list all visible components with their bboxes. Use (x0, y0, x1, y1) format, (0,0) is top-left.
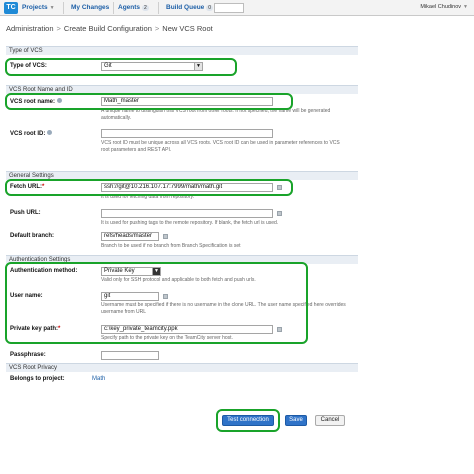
chevron-down-icon: ▼ (194, 63, 202, 70)
passphrase-label: Passphrase: (10, 352, 46, 358)
type-of-vcs-value: Git (104, 63, 112, 69)
vcs-root-id-input[interactable] (101, 129, 273, 138)
passphrase-input[interactable] (101, 351, 159, 360)
cancel-button[interactable]: Cancel (315, 415, 345, 426)
save-button[interactable]: Save (285, 415, 307, 426)
vcs-root-id-label-text: VCS root ID: (10, 131, 46, 137)
info-icon (57, 98, 63, 103)
parameter-picker-icon[interactable] (163, 294, 168, 299)
nav-my-changes[interactable]: My Changes (71, 4, 109, 11)
username-label: User name: (10, 293, 43, 299)
breadcrumb: Administration > Create Build Configuratio… (6, 24, 213, 33)
parameter-picker-icon[interactable] (277, 327, 282, 332)
breadcrumb-separator: > (56, 24, 61, 33)
breadcrumb-separator: > (154, 24, 160, 33)
vcs-root-name-hint: A unique name to distinguish this VCS ro… (101, 108, 330, 121)
fetch-url-label-text: Fetch URL: (10, 184, 42, 190)
vcs-root-name-hint-line1: A unique name to distinguish this VCS ro… (101, 108, 331, 114)
auth-method-select[interactable]: Private Key ▼ (101, 267, 161, 276)
auth-method-label: Authentication method: (10, 268, 78, 274)
nav-agents-label: Agents (118, 4, 141, 11)
nav-divider (158, 2, 159, 14)
vcs-root-id-label: VCS root ID: (10, 130, 53, 137)
required-marker: * (58, 326, 61, 332)
teamcity-logo[interactable]: TC (4, 2, 18, 14)
breadcrumb-create-build-configuration[interactable]: Create Build Configuration (64, 24, 152, 33)
vcs-root-name-hint-line2: automatically. (101, 114, 132, 121)
parameter-picker-icon[interactable] (163, 234, 168, 239)
type-of-vcs-select[interactable]: Git ▼ (101, 62, 203, 71)
push-url-input[interactable] (101, 209, 273, 218)
section-root-name-and-id: VCS Root Name and ID (6, 85, 358, 94)
vcs-root-id-hint: VCS root ID must be unique across all VC… (101, 140, 340, 153)
fetch-url-hint: It is used for fetching data from reposi… (101, 194, 195, 200)
vcs-root-name-input[interactable]: Math_master (101, 97, 273, 106)
vcs-root-name-label: VCS root name: (10, 98, 63, 105)
user-name: Mikael Chudinov (420, 4, 462, 10)
vcs-root-id-hint-line1: VCS root ID must be unique across all VC… (101, 140, 340, 146)
default-branch-label: Default branch: (10, 233, 55, 239)
nav-agents[interactable]: Agents 2 (118, 4, 149, 11)
vcs-root-name-label-text: VCS root name: (10, 99, 56, 105)
user-menu[interactable]: Mikael Chudinov ▼ (420, 4, 468, 10)
top-navigation-bar: TC Projects ▼ My Changes Agents 2 Build Qu… (0, 0, 474, 16)
private-key-label: Private key path:* (10, 326, 60, 332)
username-hint-line1: Username must be specified if there is n… (101, 302, 346, 308)
search-input[interactable] (214, 3, 244, 13)
parameter-picker-icon[interactable] (277, 211, 282, 216)
private-key-path-input[interactable]: c:\key_private_teamcity.ppk (101, 325, 273, 334)
section-vcs-root-privacy: VCS Root Privacy (6, 363, 358, 372)
agents-count-badge: 2 (142, 5, 149, 11)
section-general-settings: General Settings (6, 171, 358, 180)
chevron-down-icon: ▼ (463, 4, 468, 10)
nav-divider (113, 2, 114, 14)
nav-divider (63, 2, 64, 14)
private-key-label-text: Private key path: (10, 326, 59, 332)
private-key-hint: Specify path to the private key on the T… (101, 335, 233, 341)
nav-projects[interactable]: Projects ▼ (22, 4, 55, 11)
nav-build-queue[interactable]: Build Queue 0 (166, 4, 214, 11)
section-type-of-vcs: Type of VCS (6, 46, 358, 55)
fetch-url-label: Fetch URL:* (10, 184, 44, 190)
default-branch-input[interactable]: refs/heads/master (101, 232, 159, 241)
username-hint: Username must be specified if there is n… (101, 302, 346, 315)
auth-method-hint: Valid only for SSH protocol and applicab… (101, 277, 256, 283)
required-marker: * (42, 184, 45, 190)
project-link[interactable]: Math (92, 376, 105, 382)
username-input[interactable]: git (101, 292, 159, 301)
page-title: New VCS Root (162, 24, 213, 33)
info-icon (47, 130, 53, 135)
auth-method-value: Private Key (104, 268, 135, 274)
build-queue-count-badge: 0 (206, 5, 214, 11)
chevron-down-icon: ▼ (152, 268, 160, 275)
belongs-to-project-label: Belongs to project: (10, 376, 65, 382)
fetch-url-input[interactable]: ssh://git@10.216.107.17:7999/math/math.g… (101, 183, 273, 192)
type-of-vcs-label: Type of VCS: (10, 63, 47, 69)
nav-build-queue-label: Build Queue (166, 4, 205, 11)
parameter-picker-icon[interactable] (277, 185, 282, 190)
section-auth-settings: Authentication Settings (6, 255, 358, 264)
username-hint-line2: username from URL (101, 308, 147, 315)
test-connection-button[interactable]: Test connection (222, 415, 274, 426)
vcs-root-id-hint-line2: root parameters and REST API. (101, 146, 172, 153)
push-url-hint: It is used for pushing tags to the remot… (101, 220, 279, 226)
default-branch-hint: Branch to be used if no branch from Bran… (101, 243, 241, 249)
nav-projects-label: Projects (22, 4, 48, 11)
chevron-down-icon: ▼ (49, 5, 55, 11)
push-url-label: Push URL: (10, 210, 41, 216)
breadcrumb-administration[interactable]: Administration (6, 24, 54, 33)
